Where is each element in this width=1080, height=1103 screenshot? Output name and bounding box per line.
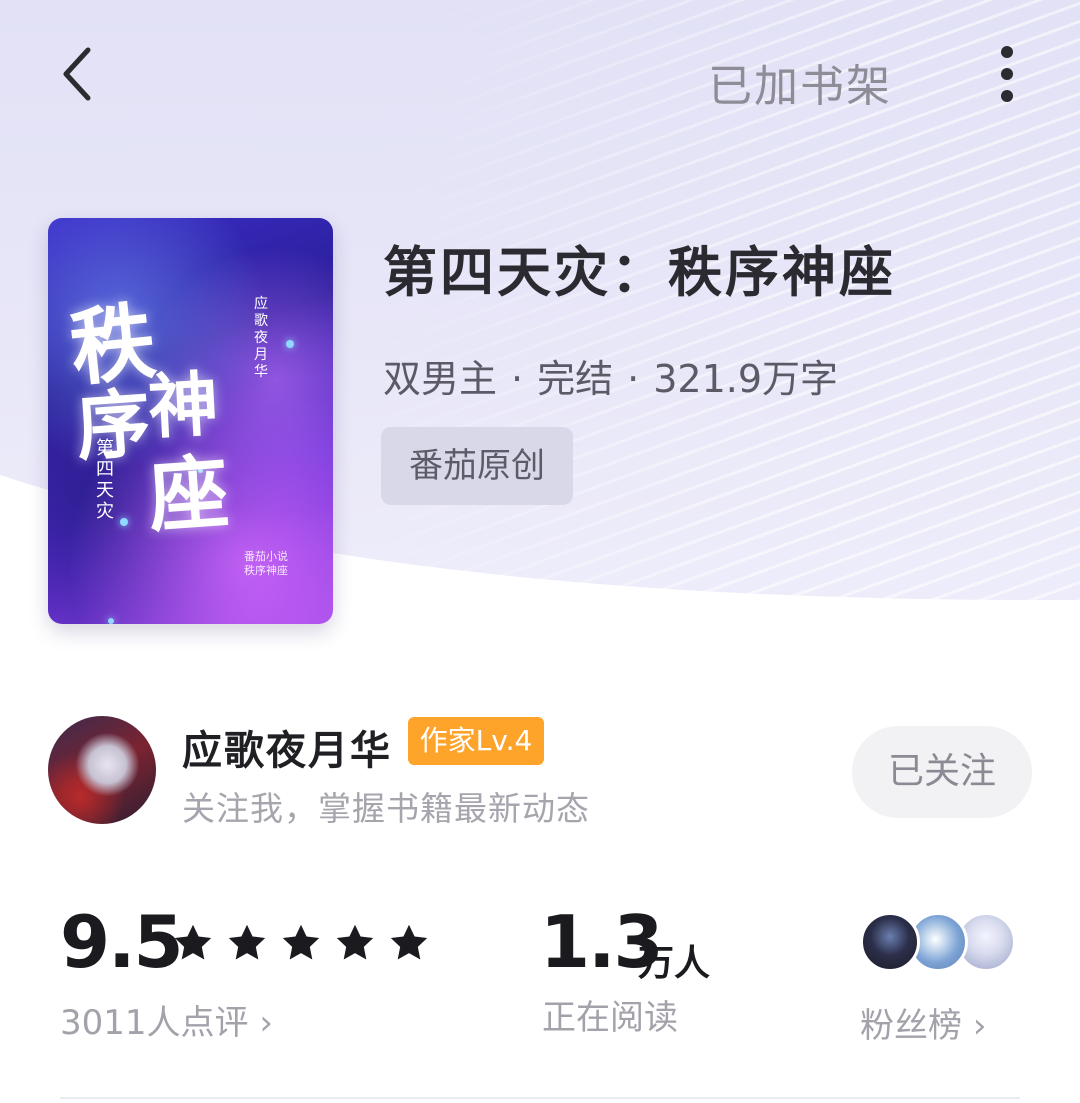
- book-status: 完结: [537, 357, 614, 401]
- star-icon: [282, 924, 320, 960]
- chevron-right-icon: ›: [972, 1006, 987, 1046]
- chevron-left-icon: [63, 47, 91, 101]
- rating-count-link[interactable]: 3011人点评 ›: [60, 995, 273, 1044]
- chevron-right-icon: ›: [259, 1003, 273, 1043]
- follow-button[interactable]: 已关注: [852, 726, 1032, 818]
- author-name[interactable]: 应歌夜月华: [182, 718, 392, 776]
- added-to-shelf-button[interactable]: 已加书架: [708, 50, 892, 114]
- rating-count: 3011人点评: [60, 1003, 249, 1043]
- fans-ranking-link[interactable]: 粉丝榜 ›: [860, 998, 986, 1047]
- book-cover[interactable]: 秩 序 神 座 第四天灾 应歌夜月华 番茄小说 秩序神座: [48, 218, 333, 624]
- cover-title-char: 座: [145, 444, 232, 544]
- star-icon: [390, 924, 428, 960]
- author-subtitle: 关注我，掌握书籍最新动态: [182, 789, 590, 828]
- book-word-count: 321.9万字: [653, 357, 839, 401]
- star-icon: [336, 924, 374, 960]
- meta-separator: ·: [627, 357, 640, 401]
- source-tag[interactable]: 番茄原创: [381, 427, 573, 505]
- book-meta: 双男主 · 完结 · 321.9万字: [383, 348, 838, 403]
- meta-separator: ·: [511, 357, 524, 401]
- author-avatar[interactable]: [48, 716, 156, 824]
- divider: [60, 1097, 1020, 1099]
- book-title: 第四天灾：秩序神座: [383, 241, 896, 304]
- more-vertical-icon[interactable]: [990, 44, 1024, 106]
- readers-unit: 万人: [638, 943, 711, 984]
- fans-label: 粉丝榜: [860, 1006, 962, 1046]
- rating-value: 9.5: [60, 900, 184, 984]
- book-genre: 双男主: [383, 357, 498, 401]
- cover-author: 应歌夜月华: [254, 296, 268, 380]
- star-icon: [174, 924, 212, 960]
- author-level-badge: 作家Lv.4: [408, 717, 544, 765]
- back-button[interactable]: [54, 44, 102, 104]
- readers-label: 正在阅读: [542, 998, 678, 1038]
- fan-avatar[interactable]: [860, 912, 920, 972]
- cover-subtitle: 第四天灾: [96, 438, 114, 522]
- star-icon: [228, 924, 266, 960]
- cover-stamp: 番茄小说 秩序神座: [244, 550, 288, 577]
